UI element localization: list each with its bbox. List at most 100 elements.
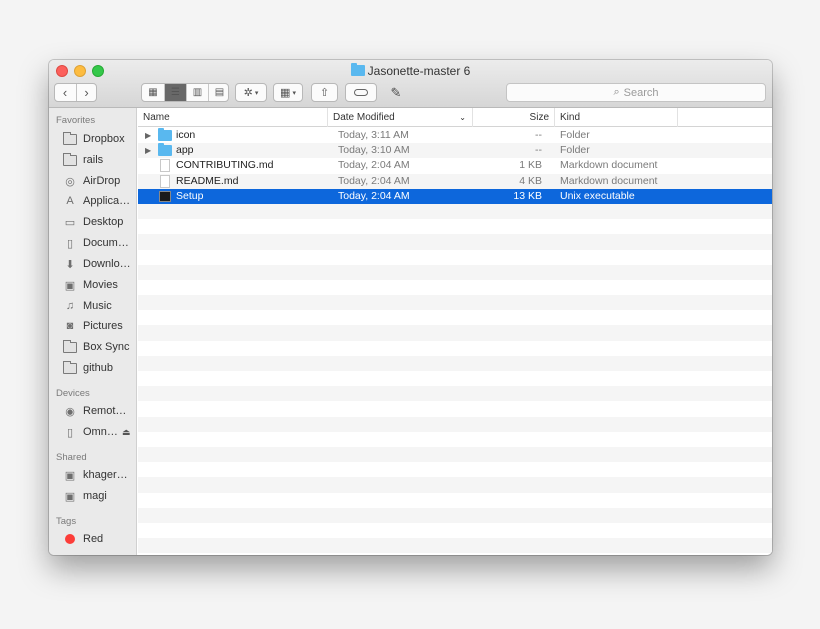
column-header-name[interactable]: Name	[138, 108, 328, 127]
sidebar-item-dropbox[interactable]: Dropbox	[63, 130, 135, 148]
sidebar-item-label: Box Sync	[83, 341, 130, 353]
folder-icon	[63, 131, 77, 145]
sidebar-item-documents[interactable]: ▯ Docum…	[63, 234, 135, 252]
list-view-button[interactable]: ☰	[164, 84, 186, 101]
chevron-down-icon: ⌄	[459, 113, 466, 122]
column-view-icon: ▥	[192, 87, 203, 98]
folder-icon	[158, 128, 172, 141]
action-menu-button[interactable]: ✲ ▾	[235, 83, 267, 102]
file-row-icon[interactable]: ▶ icon Today, 3:11 AM -- Folder	[138, 128, 772, 143]
eject-icon[interactable]: ⏏	[122, 427, 131, 438]
cover-flow-button[interactable]: ▤	[208, 84, 228, 101]
file-row-contributing[interactable]: CONTRIBUTING.md Today, 2:04 AM 1 KB Mark…	[138, 158, 772, 173]
file-date: Today, 2:04 AM	[338, 189, 410, 202]
remote-disc-icon: ◉	[65, 405, 75, 418]
column-header-kind[interactable]: Kind	[555, 108, 678, 127]
movies-icon: ▣	[64, 279, 76, 292]
arrange-menu-button[interactable]: ▦ ▾	[273, 83, 303, 102]
sidebar-item-applications[interactable]: A Applica…	[63, 192, 135, 210]
desktop-icon: ▭	[64, 216, 76, 229]
folder-icon	[63, 152, 77, 166]
sidebar-item-desktop[interactable]: ▭ Desktop	[63, 213, 135, 231]
music-icon: ♫	[65, 300, 75, 312]
finder-window: Jasonette-master 6 ‹ › ▦ ☰ ▥ ▤ ✲ ▾ ▦ ▾ ⇧ ✎…	[49, 60, 772, 555]
sidebar-item-music[interactable]: ♫ Music	[63, 297, 135, 315]
file-kind: Folder	[560, 144, 590, 157]
empty-row	[138, 325, 772, 341]
sidebar-item-github[interactable]: github	[63, 359, 135, 377]
sidebar-item-rails[interactable]: rails	[63, 151, 135, 169]
folder-icon	[63, 339, 77, 353]
share-button[interactable]: ⇧	[311, 83, 338, 102]
disclosure-triangle-icon[interactable]: ▶	[145, 128, 151, 143]
search-field[interactable]: ⌕ Search	[506, 83, 766, 102]
back-button[interactable]: ‹	[55, 84, 76, 101]
drive-icon: ▯	[66, 426, 74, 439]
empty-row	[138, 203, 772, 220]
file-row-readme[interactable]: README.md Today, 2:04 AM 4 KB Markdown d…	[138, 173, 772, 189]
sidebar-item-label: rails	[83, 154, 104, 166]
sidebar-item-pictures[interactable]: ◙ Pictures	[63, 317, 135, 335]
sidebar-item-box-sync[interactable]: Box Sync	[63, 338, 135, 356]
empty-row	[138, 523, 772, 538]
file-date: Today, 2:04 AM	[338, 174, 410, 187]
chevron-down-icon: ▾	[292, 89, 296, 97]
sidebar-item-label: AirDrop	[83, 175, 121, 187]
window-title-text: Jasonette-master 6	[367, 64, 471, 78]
sidebar-item-movies[interactable]: ▣ Movies	[63, 276, 135, 294]
file-name: Setup	[176, 189, 204, 202]
icon-view-button[interactable]: ▦	[142, 84, 164, 101]
sidebar-heading-devices: Devices	[56, 388, 90, 399]
sidebar-item-tag-red[interactable]: Red	[63, 530, 135, 548]
forward-button[interactable]: ›	[75, 84, 97, 101]
edit-tags-button[interactable]	[345, 83, 377, 102]
sidebar-item-airdrop[interactable]: ◎ AirDrop	[63, 172, 135, 190]
custom-toolbar-button[interactable]: ✎	[383, 83, 409, 102]
applications-icon: A	[66, 195, 74, 207]
sidebar-item-label: Docum…	[83, 237, 129, 249]
sidebar-item-label: khager…	[83, 469, 128, 481]
column-header-size[interactable]: Size	[473, 108, 555, 127]
file-kind: Markdown document	[560, 174, 658, 187]
sidebar-item-downloads[interactable]: ⬇ Downlo…	[63, 255, 135, 273]
empty-row	[138, 386, 772, 402]
empty-row	[138, 446, 772, 463]
sidebar-item-khager[interactable]: ▣ khager…	[63, 466, 135, 484]
sidebar-item-label: Dropbox	[83, 133, 125, 145]
file-size: 13 KB	[513, 189, 542, 202]
file-size: --	[535, 144, 542, 157]
sidebar-item-omn-drive[interactable]: ▯ Omn… ⏏	[63, 423, 135, 441]
sidebar-item-label: Music	[83, 300, 112, 312]
view-mode-group: ▦ ☰ ▥ ▤	[141, 83, 229, 102]
pictures-icon: ◙	[66, 320, 74, 332]
sidebar-item-label: Desktop	[83, 216, 124, 228]
file-rows: ▶ icon Today, 3:11 AM -- Folder ▶ app To…	[138, 128, 772, 554]
file-kind: Markdown document	[560, 159, 658, 172]
file-row-app[interactable]: ▶ app Today, 3:10 AM -- Folder	[138, 143, 772, 159]
document-icon	[160, 159, 170, 173]
file-row-setup[interactable]: Setup Today, 2:04 AM 13 KB Unix executab…	[138, 188, 772, 204]
column-header-label: Date Modified	[333, 112, 395, 123]
sidebar: Favorites Dropbox rails ◎ AirDrop A Applic…	[49, 108, 137, 555]
gear-icon: ✲	[243, 87, 253, 99]
folder-icon	[63, 360, 77, 374]
empty-row	[138, 341, 772, 356]
column-view-button[interactable]: ▥	[186, 84, 208, 101]
disclosure-triangle-icon[interactable]: ▶	[145, 143, 151, 158]
empty-row	[138, 310, 772, 325]
computer-icon: ▣	[64, 490, 76, 503]
column-header-date-modified[interactable]: Date Modified ⌄	[328, 108, 473, 127]
empty-row	[138, 234, 772, 250]
file-name: README.md	[176, 174, 239, 187]
file-size: --	[535, 129, 542, 141]
chevron-right-icon: ›	[84, 85, 89, 100]
empty-row	[138, 250, 772, 265]
empty-row	[138, 264, 772, 280]
sidebar-item-remote-disc[interactable]: ◉ Remot…	[63, 402, 135, 420]
sidebar-item-magi[interactable]: ▣ magi	[63, 487, 135, 505]
title-bar: Jasonette-master 6 ‹ › ▦ ☰ ▥ ▤ ✲ ▾ ▦ ▾ ⇧ ✎…	[49, 60, 772, 108]
empty-row	[138, 371, 772, 386]
sidebar-item-label: Red	[83, 533, 104, 545]
file-size: 4 KB	[519, 174, 542, 187]
empty-row	[138, 219, 772, 234]
